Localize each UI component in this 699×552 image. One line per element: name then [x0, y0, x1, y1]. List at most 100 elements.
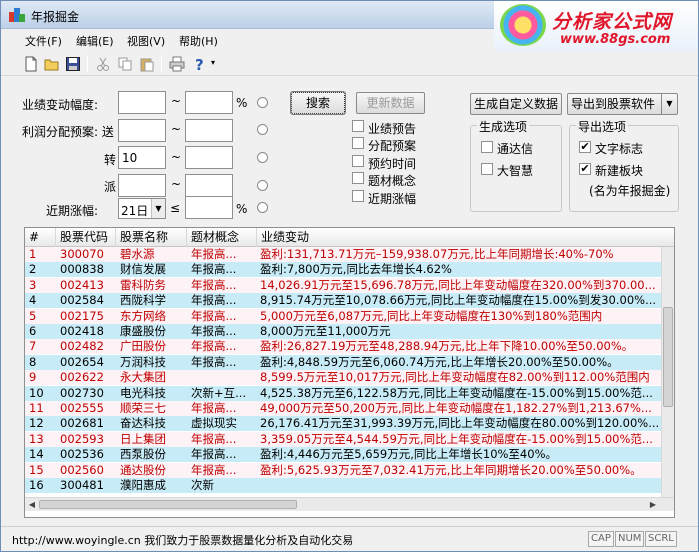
vertical-scrollbar[interactable]: [661, 247, 674, 497]
vertical-scroll-thumb[interactable]: [663, 307, 673, 407]
option-distribution-checkbox[interactable]: [352, 137, 364, 149]
paste-icon[interactable]: [139, 56, 155, 72]
perf-change-min-input[interactable]: [118, 91, 166, 114]
topic-cell: 虚拟现实: [191, 416, 237, 431]
topic-cell: 年报高...: [191, 462, 237, 477]
table-row[interactable]: 16 300481 濮阳惠成 次新: [25, 478, 661, 493]
table-row[interactable]: 10 002730 电光科技 次新+互... 4,525.38万元至6,122.58万元…: [25, 385, 661, 401]
pai-min-input[interactable]: [118, 174, 166, 197]
perf-change-cell: 5,000万元至6,087万元,同比上年变动幅度在130%到180%范围内: [260, 308, 603, 323]
new-file-icon[interactable]: [23, 56, 39, 72]
row-num-cell: 6: [29, 324, 37, 338]
recent-gain-radio[interactable]: [257, 202, 268, 213]
song-min-input[interactable]: [118, 119, 166, 142]
export-options-title: 导出选项: [576, 118, 629, 135]
dazhihui-checkbox[interactable]: [481, 163, 493, 175]
custom-data-button[interactable]: 生成自定义数据: [470, 93, 562, 115]
topic-cell: 次新: [191, 478, 214, 492]
table-row[interactable]: 11 002555 顺荣三七 年报高... 49,000万元至50,200万元,同比上年…: [25, 401, 661, 416]
table-row[interactable]: 8 002654 万润科技 年报高... 盈利:4,848.59万元至6,060.74万…: [25, 354, 661, 370]
recent-gain-input[interactable]: [185, 196, 233, 219]
option-perf-forecast-checkbox[interactable]: [352, 120, 364, 132]
update-data-button[interactable]: 更新数据: [356, 92, 425, 114]
new-block-checkbox[interactable]: ✔: [579, 163, 591, 175]
export-button[interactable]: 导出到股票软件 ▼: [567, 93, 678, 115]
perf-change-cell: 盈利:4,446万元至5,659万元,同比上年增长10%至40%。: [260, 447, 557, 462]
table-row[interactable]: 15 002560 通达股份 年报高... 盈利:5,625.93万元至7,032.41…: [25, 462, 661, 478]
search-button[interactable]: 搜索: [290, 91, 346, 115]
header-num[interactable]: #: [25, 228, 56, 247]
header-code[interactable]: 股票代码: [56, 228, 116, 247]
zhuan-radio[interactable]: [257, 152, 268, 163]
stock-name-cell: 财信发展: [120, 262, 166, 277]
option-schedule-checkbox[interactable]: [352, 155, 364, 167]
table-row[interactable]: 3 002413 雷科防务 年报高... 14,026.91万元至15,696.78万元…: [25, 277, 661, 293]
song-max-input[interactable]: [185, 119, 233, 142]
search-form: 业绩变动幅度: ~ % 利润分配预案: 送 ~ 转 10 ~ 派 ~ 近期涨幅:…: [1, 77, 698, 225]
option-recent-gain-checkbox[interactable]: [352, 190, 364, 202]
copy-icon[interactable]: [117, 56, 133, 72]
option-schedule-label: 预约时间: [368, 157, 417, 171]
dropdown-arrow-icon[interactable]: ▾: [211, 58, 215, 67]
recent-days-select[interactable]: 21日 ▼: [118, 198, 166, 219]
row-num-cell: 11: [29, 401, 44, 415]
export-dropdown-icon[interactable]: ▼: [661, 94, 677, 114]
song-radio[interactable]: [257, 124, 268, 135]
table-row[interactable]: 7 002482 广田股份 年报高... 盈利:26,827.19万元至48,288.9…: [25, 339, 661, 355]
perf-change-max-input[interactable]: [185, 91, 233, 114]
open-folder-icon[interactable]: [44, 56, 60, 72]
table-row[interactable]: 4 002584 西陇科学 年报高... 8,915.74万元至10,078.66万元,…: [25, 293, 661, 309]
perf-change-cell: 8,000万元至11,000万元: [260, 324, 391, 338]
chevron-down-icon[interactable]: ▼: [151, 199, 165, 218]
perf-change-cell: 盈利:7,800万元,同比去年增长4.62%: [260, 262, 452, 277]
help-question-icon[interactable]: ?: [192, 56, 208, 72]
text-flag-checkbox[interactable]: ✔: [579, 141, 591, 153]
print-icon[interactable]: [169, 56, 185, 72]
zhuan-max-input[interactable]: [185, 146, 233, 169]
stock-code-cell: 002622: [60, 370, 104, 385]
horizontal-scroll-thumb[interactable]: [39, 500, 297, 509]
logo-url: www.88gs.com: [560, 32, 671, 47]
stock-code-cell: 002584: [60, 293, 104, 308]
menu-edit[interactable]: 编辑(E): [76, 33, 114, 49]
perf-change-cell: 3,359.05万元至4,544.59万元,同比上年变动幅度在-15.00%到1…: [260, 431, 653, 446]
topic-cell: 年报高...: [191, 354, 237, 369]
horizontal-scrollbar[interactable]: ◀ ▶: [25, 497, 674, 511]
menu-file[interactable]: 文件(F): [25, 33, 62, 49]
zhuan-min-input[interactable]: 10: [118, 146, 166, 169]
save-icon[interactable]: [65, 56, 81, 72]
menu-help[interactable]: 帮助(H): [179, 33, 218, 49]
row-num-cell: 5: [29, 308, 37, 323]
scroll-left-icon[interactable]: ◀: [26, 499, 38, 511]
table-row[interactable]: 14 002536 西泵股份 年报高... 盈利:4,446万元至5,659万元,同比上…: [25, 447, 661, 463]
option-topic-checkbox[interactable]: [352, 172, 364, 184]
topic-cell: 年报高...: [191, 262, 237, 277]
topic-cell: 年报高...: [191, 431, 237, 446]
stock-name-cell: 广田股份: [120, 339, 166, 354]
perf-change-cell: 14,026.91万元至15,696.78万元,同比上年变动幅度在320.00%…: [260, 277, 656, 292]
tongdaxin-checkbox[interactable]: [481, 141, 493, 153]
stock-code-cell: 002175: [60, 308, 104, 323]
dazhihui-label: 大智慧: [497, 164, 534, 178]
pai-max-input[interactable]: [185, 174, 233, 197]
table-row[interactable]: 5 002175 东方网络 年报高... 5,000万元至6,087万元,同比上年变动幅…: [25, 308, 661, 324]
table-row[interactable]: 9 002622 永大集团 8,599.5万元至10,017万元,同比上年变动幅度在8…: [25, 370, 661, 386]
cut-icon[interactable]: [95, 56, 111, 72]
header-perf[interactable]: 业绩变动: [257, 228, 674, 247]
table-row[interactable]: 2 000838 财信发展 年报高... 盈利:7,800万元,同比去年增长4.62%: [25, 262, 661, 278]
stock-name-cell: 东方网络: [120, 308, 166, 323]
menu-view[interactable]: 视图(V): [127, 33, 165, 49]
stock-name-cell: 雷科防务: [120, 277, 166, 292]
pai-radio[interactable]: [257, 180, 268, 191]
table-row[interactable]: 12 002681 奋达科技 虚拟现实 26,176.41万元至31,993.39万元,…: [25, 416, 661, 432]
table-row[interactable]: 6 002418 康盛股份 年报高... 8,000万元至11,000万元: [25, 324, 661, 339]
scroll-right-icon[interactable]: ▶: [647, 499, 659, 511]
table-row[interactable]: 13 002593 日上集团 年报高... 3,359.05万元至4,544.59万元,…: [25, 431, 661, 447]
table-row[interactable]: 1 300070 碧水源 年报高... 盈利:131,713.71万元–159,938.…: [25, 247, 661, 262]
stock-name-cell: 碧水源: [120, 247, 155, 261]
perf-change-cell: 26,176.41万元至31,993.39万元,同比上年变动幅度在80.00%到…: [260, 416, 660, 431]
perf-change-radio[interactable]: [257, 97, 268, 108]
stock-name-cell: 康盛股份: [120, 324, 166, 338]
header-name[interactable]: 股票名称: [116, 228, 187, 247]
header-topic[interactable]: 题材概念: [187, 228, 257, 247]
